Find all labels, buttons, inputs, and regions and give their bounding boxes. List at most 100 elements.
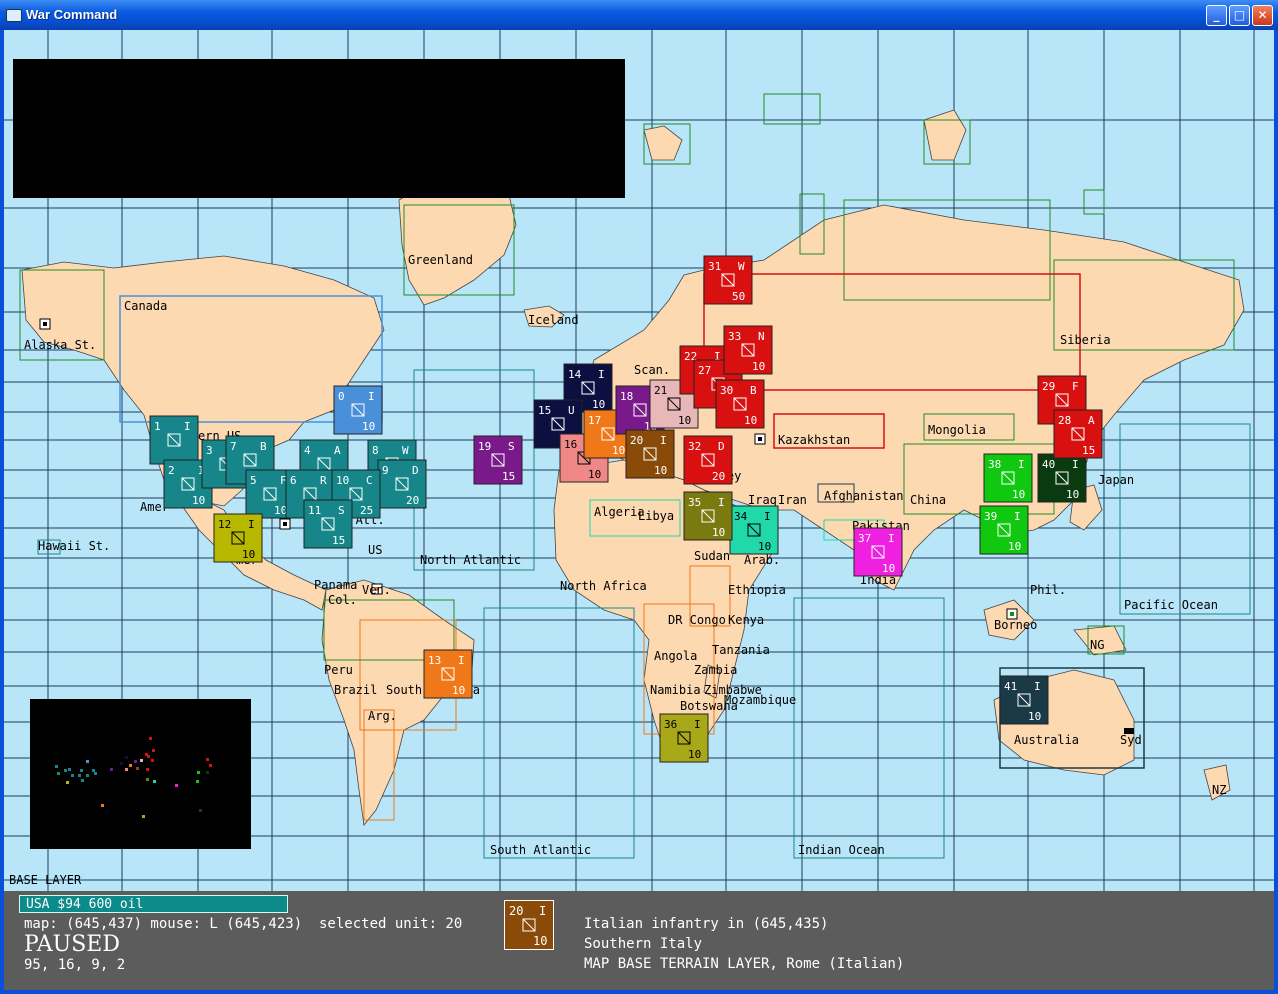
selected-unit-type: I [539,904,546,918]
unit-counter-12[interactable]: 12 I 10 [213,513,263,563]
world-map[interactable]: Greenland Iceland Canada Alaska St. Hawaii S… [4,30,1274,891]
region-label: Mozambique [724,693,796,707]
minimap-unit-dot [152,749,155,752]
unit-type: I [184,420,191,433]
game-window: War Command _ □ ✕ Greenland Iceland Cana… [0,0,1278,994]
region-label: Kenya [728,613,764,627]
unit-strength: 10 [1028,710,1041,723]
unit-counter-1[interactable]: 1I [149,415,199,465]
unit-id: 21 [654,384,667,397]
terrain-info: MAP BASE TERRAIN LAYER, Rome (Italian) [584,956,905,972]
minimap-unit-dot [64,769,67,772]
close-button[interactable]: ✕ [1252,5,1273,26]
unit-strength: 10 [744,414,757,427]
minimap-unit-dot [140,759,143,762]
minimap-unit-dot [134,760,137,763]
minimap-unit-dot [196,780,199,783]
unit-id: 39 [984,510,997,523]
unit-type: W [402,444,409,457]
region-label: North Atlantic [420,553,521,567]
unit-counter-19[interactable]: 19 S 15 [473,435,523,485]
unit-type: I [764,510,771,523]
unit-counter-30[interactable]: 30 B 10 [715,379,765,429]
unit-type: D [718,440,725,453]
minimap-unit-dot [68,768,71,771]
unit-counter-35[interactable]: 35 I 10 [683,491,733,541]
region-label: Tanzania [712,643,770,657]
unit-id: 9 [382,464,389,477]
unit-strength: 10 [882,562,895,575]
region-label: Kazakhstan [778,433,850,447]
unit-type: B [260,440,267,453]
unit-strength: 10 [752,360,765,373]
maximize-button[interactable]: □ [1229,5,1250,26]
unit-counter-0[interactable]: 0 I 10 [333,385,383,435]
unit-counter-39[interactable]: 39 I 10 [979,505,1029,555]
unit-counter-40[interactable]: 40 I 10 [1037,453,1087,503]
region-label: Arg. [368,709,397,723]
unit-counter-31[interactable]: 31 W 50 [703,255,753,305]
minimap-unit-dot [86,774,89,777]
minimap-unit-dot [57,772,60,775]
unit-strength: 10 [362,420,375,433]
unit-type: I [248,518,255,531]
minimize-button[interactable]: _ [1206,5,1227,26]
region-label: Japan [1098,473,1134,487]
unit-counter-33[interactable]: 33 N 10 [723,325,773,375]
title-bar[interactable]: War Command _ □ ✕ [0,0,1278,30]
map-coordinates: map: (645,437) mouse: L (645,423) select… [24,916,463,932]
selected-unit-counter[interactable]: 20 I 10 [504,900,554,950]
unit-id: 35 [688,496,701,509]
unit-id: 16 [564,438,577,451]
region-label: US [368,543,382,557]
unit-counter-41[interactable]: 41 I 10 [999,675,1049,725]
unit-id: 40 [1042,458,1055,471]
region-label: Libya [638,509,674,523]
minimap-unit-dot [197,771,200,774]
minimap-unit-dot [94,772,97,775]
unit-id: 7 [230,440,237,453]
unit-id: 30 [720,384,733,397]
minimap-unit-dot [55,765,58,768]
unit-id: 1 [154,420,161,433]
unit-type: C [366,474,373,487]
unit-counter-13[interactable]: 13 I 10 [423,649,473,699]
unit-counter-36[interactable]: 36 I 10 [659,713,709,763]
region-label: Peru [324,663,353,677]
unit-type: N [758,330,765,343]
region-label: Hawaii St. [38,539,110,553]
unit-id: 32 [688,440,701,453]
unit-counter-38[interactable]: 38 I 10 [983,453,1033,503]
region-label: Afghanistan [824,489,903,503]
minimap-unit-dot [129,764,132,767]
region-label: DR Congo [668,613,726,627]
unit-id: 12 [218,518,231,531]
unit-strength: 15 [1082,444,1095,457]
unit-counter-32[interactable]: 32 D 20 [683,435,733,485]
unit-location: Southern Italy [584,936,703,952]
region-label: Syd [1120,733,1142,747]
unit-id: 3 [206,444,213,457]
minimap-unit-dot [206,758,209,761]
unit-counter-37[interactable]: 37 I 10 [853,527,903,577]
unit-counter-28[interactable]: 28 A 15 [1053,409,1103,459]
unit-strength: 10 [1066,488,1079,501]
unit-id: 18 [620,390,633,403]
paused-indicator: PAUSED [24,932,120,957]
region-label: Scan. [634,363,670,377]
unit-counter-34[interactable]: 34 I 10 [729,505,779,555]
region-label: Namibia [650,683,701,697]
unit-id: 41 [1004,680,1017,693]
unit-counter-9[interactable]: 9 D 20 [377,459,427,509]
minimap[interactable] [30,699,251,849]
unit-counter-11[interactable]: 11 S 15 [303,499,353,549]
region-label: South Atlantic [490,843,591,857]
minimap-canvas[interactable] [30,699,251,849]
unit-strength: 10 [678,414,691,427]
region-label: Iraq [748,493,777,507]
unit-strength: 10 [688,748,701,761]
unit-id: 2 [168,464,175,477]
region-label: NG [1090,638,1104,652]
minimap-unit-dot [146,768,149,771]
unit-counter-20[interactable]: 20 I 10 [625,429,675,479]
